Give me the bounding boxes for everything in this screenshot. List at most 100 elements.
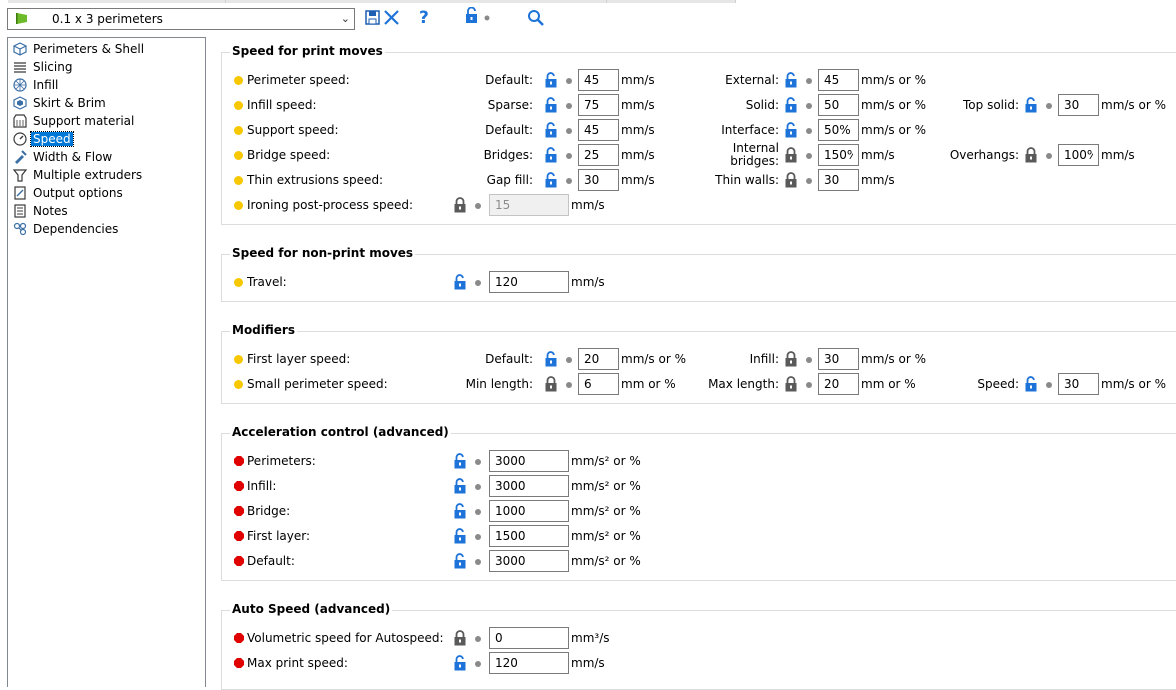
value-input[interactable]: [489, 550, 569, 572]
field-label: Interface:: [721, 123, 779, 137]
lock-open-icon[interactable]: [1024, 376, 1038, 392]
value-input[interactable]: [489, 475, 569, 497]
lock-open-icon[interactable]: [1024, 97, 1038, 113]
field-label: Gap fill:: [486, 173, 533, 187]
value-input[interactable]: [818, 373, 859, 395]
lock-open-icon[interactable]: [453, 478, 467, 494]
value-input[interactable]: [489, 627, 569, 649]
value-input[interactable]: [578, 94, 619, 116]
unit-label: mm/s or %: [861, 352, 926, 366]
value-input[interactable]: [489, 652, 569, 674]
lock-open-icon[interactable]: [544, 147, 558, 163]
sidebar-item-support-material[interactable]: Support material: [13, 113, 203, 130]
lock-open-icon[interactable]: [453, 503, 467, 519]
value-input[interactable]: [578, 144, 619, 166]
sidebar-item-slicing[interactable]: Slicing: [13, 59, 203, 76]
unit-label: mm/s² or %: [571, 454, 641, 468]
lock-open-icon[interactable]: [544, 72, 558, 88]
value-input[interactable]: [489, 500, 569, 522]
setting-label: Perimeters:: [247, 454, 316, 468]
preset-selector[interactable]: 0.1 x 3 perimeters ⌄: [7, 8, 355, 30]
chevron-down-icon[interactable]: ⌄: [341, 12, 350, 25]
value-input[interactable]: [1058, 94, 1099, 116]
lock-closed-icon[interactable]: [544, 376, 558, 392]
setting-label: Thin extrusions speed:: [247, 173, 384, 187]
sidebar-item-notes[interactable]: Notes: [13, 203, 203, 220]
value-input[interactable]: [578, 119, 619, 141]
sidebar-item-output-options[interactable]: Output options: [13, 185, 203, 202]
lock-closed-icon[interactable]: [784, 351, 798, 367]
status-dot: [475, 509, 481, 515]
lock-open-icon[interactable]: [784, 122, 798, 138]
lock-closed-icon[interactable]: [784, 147, 798, 163]
lock-open-icon[interactable]: [544, 351, 558, 367]
value-input[interactable]: [818, 144, 859, 166]
lock-open-icon[interactable]: [784, 97, 798, 113]
setting-label: Default:: [247, 554, 295, 568]
value-input[interactable]: [1058, 144, 1099, 166]
lock-open-icon[interactable]: [544, 172, 558, 188]
setting-row: Thin extrusions speed: Gap fill: mm/s Thin …: [222, 169, 1176, 191]
setting-row: Perimeters: mm/s² or %: [222, 450, 1176, 472]
settings-group: Modifiers First layer speed: Default: mm/s …: [221, 323, 1176, 404]
value-input[interactable]: [1058, 373, 1099, 395]
lock-open-icon[interactable]: [453, 274, 467, 290]
value-input[interactable]: [489, 525, 569, 547]
top-tab[interactable]: [8, 0, 226, 3]
field-label: Thin walls:: [715, 173, 779, 187]
value-input[interactable]: [489, 450, 569, 472]
sidebar-item-label: Dependencies: [33, 222, 119, 236]
lock-open-icon[interactable]: [784, 72, 798, 88]
setting-row: Volumetric speed for Autospeed: mm³/s: [222, 627, 1176, 649]
lock-open-icon[interactable]: [544, 122, 558, 138]
sidebar-item-infill[interactable]: Infill: [13, 77, 203, 94]
sidebar-item-speed[interactable]: Speed: [13, 131, 203, 148]
lock-open-icon[interactable]: [453, 655, 467, 671]
field-label: Default:: [485, 123, 533, 137]
value-input[interactable]: [818, 348, 859, 370]
lock-open-icon[interactable]: [453, 453, 467, 469]
lock-open-icon[interactable]: [453, 553, 467, 569]
top-tab[interactable]: [226, 0, 607, 3]
status-dot: [806, 153, 812, 159]
value-input[interactable]: [578, 348, 619, 370]
value-input[interactable]: [578, 169, 619, 191]
simple-bullet-icon: [234, 101, 243, 110]
expert-bullet-icon: [234, 633, 244, 643]
sidebar-item-perimeters-shell[interactable]: Perimeters & Shell: [13, 41, 203, 58]
status-dot: [1046, 382, 1052, 388]
value-input[interactable]: [818, 94, 859, 116]
lock-icon[interactable]: [465, 7, 491, 29]
expert-bullet-icon: [234, 456, 244, 466]
value-input[interactable]: [489, 271, 569, 293]
lock-closed-icon[interactable]: [453, 197, 467, 213]
lock-closed-icon[interactable]: [1024, 147, 1038, 163]
field-label: Speed:: [977, 377, 1019, 391]
settings-group: Speed for print moves Perimeter speed: Def…: [221, 44, 1176, 225]
delete-icon[interactable]: [383, 7, 401, 29]
value-input[interactable]: [578, 373, 619, 395]
sidebar-item-multiple-extruders[interactable]: Multiple extruders: [13, 167, 203, 184]
save-icon[interactable]: [365, 7, 381, 29]
lock-closed-icon[interactable]: [453, 630, 467, 646]
value-input[interactable]: [818, 169, 859, 191]
value-input[interactable]: [818, 119, 859, 141]
lock-closed-icon[interactable]: [784, 172, 798, 188]
search-icon[interactable]: [527, 7, 545, 29]
sidebar-item-width-flow[interactable]: Width & Flow: [13, 149, 203, 166]
value-input[interactable]: [578, 69, 619, 91]
sidebar-item-label: Infill: [33, 78, 59, 92]
help-icon[interactable]: ?: [419, 8, 429, 30]
lock-open-icon[interactable]: [544, 97, 558, 113]
top-tab[interactable]: [607, 0, 736, 3]
setting-row: Default: mm/s² or %: [222, 550, 1176, 572]
lock-open-icon[interactable]: [453, 528, 467, 544]
status-dot: [806, 178, 812, 184]
group-title: Auto Speed (advanced): [230, 602, 393, 616]
group-title: Speed for non-print moves: [230, 246, 416, 260]
status-dot: [566, 178, 572, 184]
sidebar-item-skirt-brim[interactable]: Skirt & Brim: [13, 95, 203, 112]
value-input[interactable]: [818, 69, 859, 91]
sidebar-item-dependencies[interactable]: Dependencies: [13, 221, 203, 238]
lock-closed-icon[interactable]: [784, 376, 798, 392]
